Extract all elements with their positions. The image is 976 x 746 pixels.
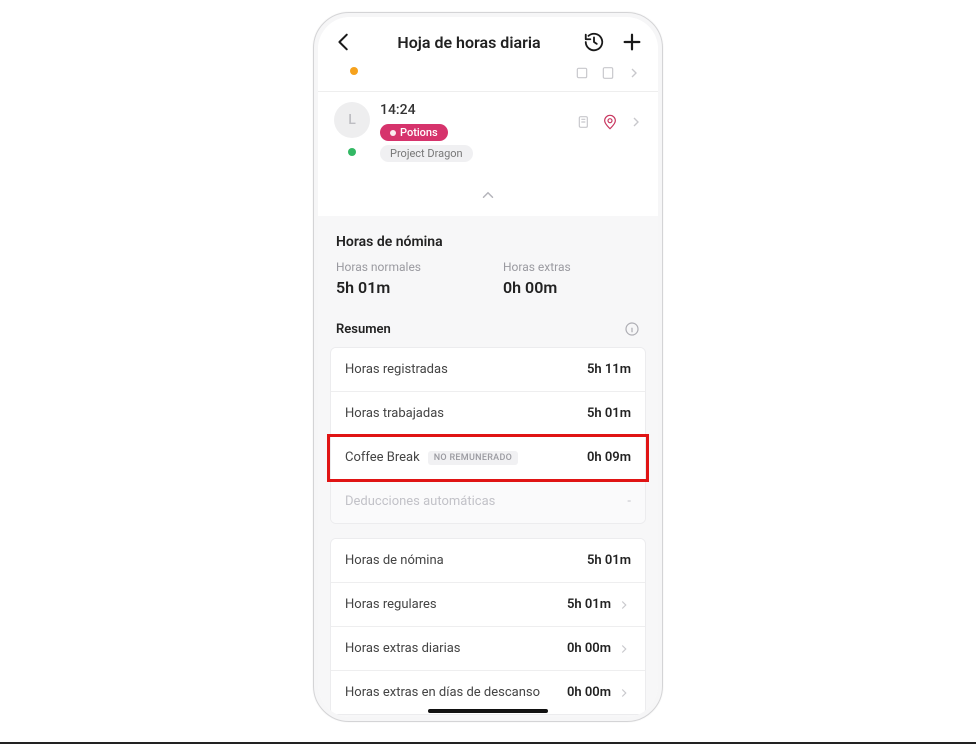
home-indicator [428, 709, 548, 713]
chevron-right-icon [628, 114, 644, 130]
back-button[interactable] [332, 30, 356, 54]
payroll-label-normal: Horas normales [336, 260, 473, 274]
timeline-entry[interactable]: L 14:24 Potions Project Dragon [318, 92, 658, 178]
attachment-icon [574, 67, 590, 81]
payroll-value-extra: 0h 00m [503, 278, 640, 297]
summary-row-label: Horas extras en días de descanso [345, 685, 540, 700]
tag-primary: Potions [380, 124, 448, 141]
summary-row-value: - [627, 494, 631, 509]
payroll-grid: Horas normales 5h 01m Horas extras 0h 00… [318, 260, 658, 315]
note-icon [600, 67, 616, 81]
stage-bottom-edge [0, 742, 976, 744]
summary-row-label: Horas regulares [345, 597, 437, 612]
summary-row-value: 0h 09m [587, 450, 631, 465]
summary-row: Coffee Break NO REMUNERADO 0h 09m [331, 436, 645, 480]
summary-card-payroll: Horas de nómina 5h 01m Horas regulares 5h 0… [330, 538, 646, 715]
chevron-right-icon [617, 642, 631, 656]
add-button[interactable] [620, 30, 644, 54]
summary-row-value: 5h 01m [567, 597, 611, 612]
content-scroll[interactable]: L 14:24 Potions Project Dragon [318, 67, 658, 717]
summary-row-label: Horas extras diarias [345, 641, 461, 656]
location-icon [602, 114, 618, 130]
receipt-icon [576, 114, 592, 130]
app-header: Hoja de horas diaria [318, 17, 658, 67]
collapse-toggle[interactable] [318, 178, 658, 216]
phone-frame: Hoja de horas diaria [313, 12, 663, 722]
summary-row-value: 0h 00m [567, 685, 611, 700]
summary-row-label: Horas de nómina [345, 553, 444, 568]
avatar: L [334, 102, 370, 138]
history-button[interactable] [582, 30, 606, 54]
unpaid-badge: NO REMUNERADO [428, 451, 518, 465]
summary-row-label: Deducciones automáticas [345, 494, 495, 509]
summary-card-wellness: Horas registradas 5h 11m Horas trabajadas 5… [330, 347, 646, 524]
chevron-right-icon [626, 67, 642, 81]
timeline-entry-partial [318, 67, 658, 92]
summary-row: Horas trabajadas 5h 01m [331, 392, 645, 436]
summary-row: Deducciones automáticas - [331, 480, 645, 523]
summary-row-label: Horas trabajadas [345, 406, 444, 421]
summary-row-label: Coffee Break [345, 450, 420, 465]
summary-row-value: 5h 01m [587, 406, 631, 421]
info-icon[interactable] [624, 321, 640, 337]
page-title: Hoja de horas diaria [397, 33, 540, 52]
entry-time: 14:24 [380, 102, 566, 118]
chevron-right-icon [617, 686, 631, 700]
status-dot-green [348, 148, 356, 156]
chevron-up-icon [479, 186, 497, 204]
payroll-value-normal: 5h 01m [336, 278, 473, 297]
summary-row-value: 5h 11m [587, 362, 631, 377]
resumen-title: Resumen [336, 322, 391, 337]
payroll-label-extra: Horas extras [503, 260, 640, 274]
summary-row: Horas registradas 5h 11m [331, 348, 645, 392]
summary-row[interactable]: Horas extras diarias 0h 00m [331, 627, 645, 671]
summary-row-label: Horas registradas [345, 362, 448, 377]
tag-secondary: Project Dragon [380, 145, 473, 162]
summary-row: Horas de nómina 5h 01m [331, 539, 645, 583]
summary-row-value: 0h 00m [567, 641, 611, 656]
payroll-section-title: Horas de nómina [318, 234, 658, 260]
summary-row[interactable]: Horas extras en días de descanso 0h 00m [331, 671, 645, 714]
chevron-right-icon [617, 598, 631, 612]
summary-row-value: 5h 01m [587, 553, 631, 568]
summary-row[interactable]: Horas regulares 5h 01m [331, 583, 645, 627]
status-dot-orange [350, 67, 358, 75]
